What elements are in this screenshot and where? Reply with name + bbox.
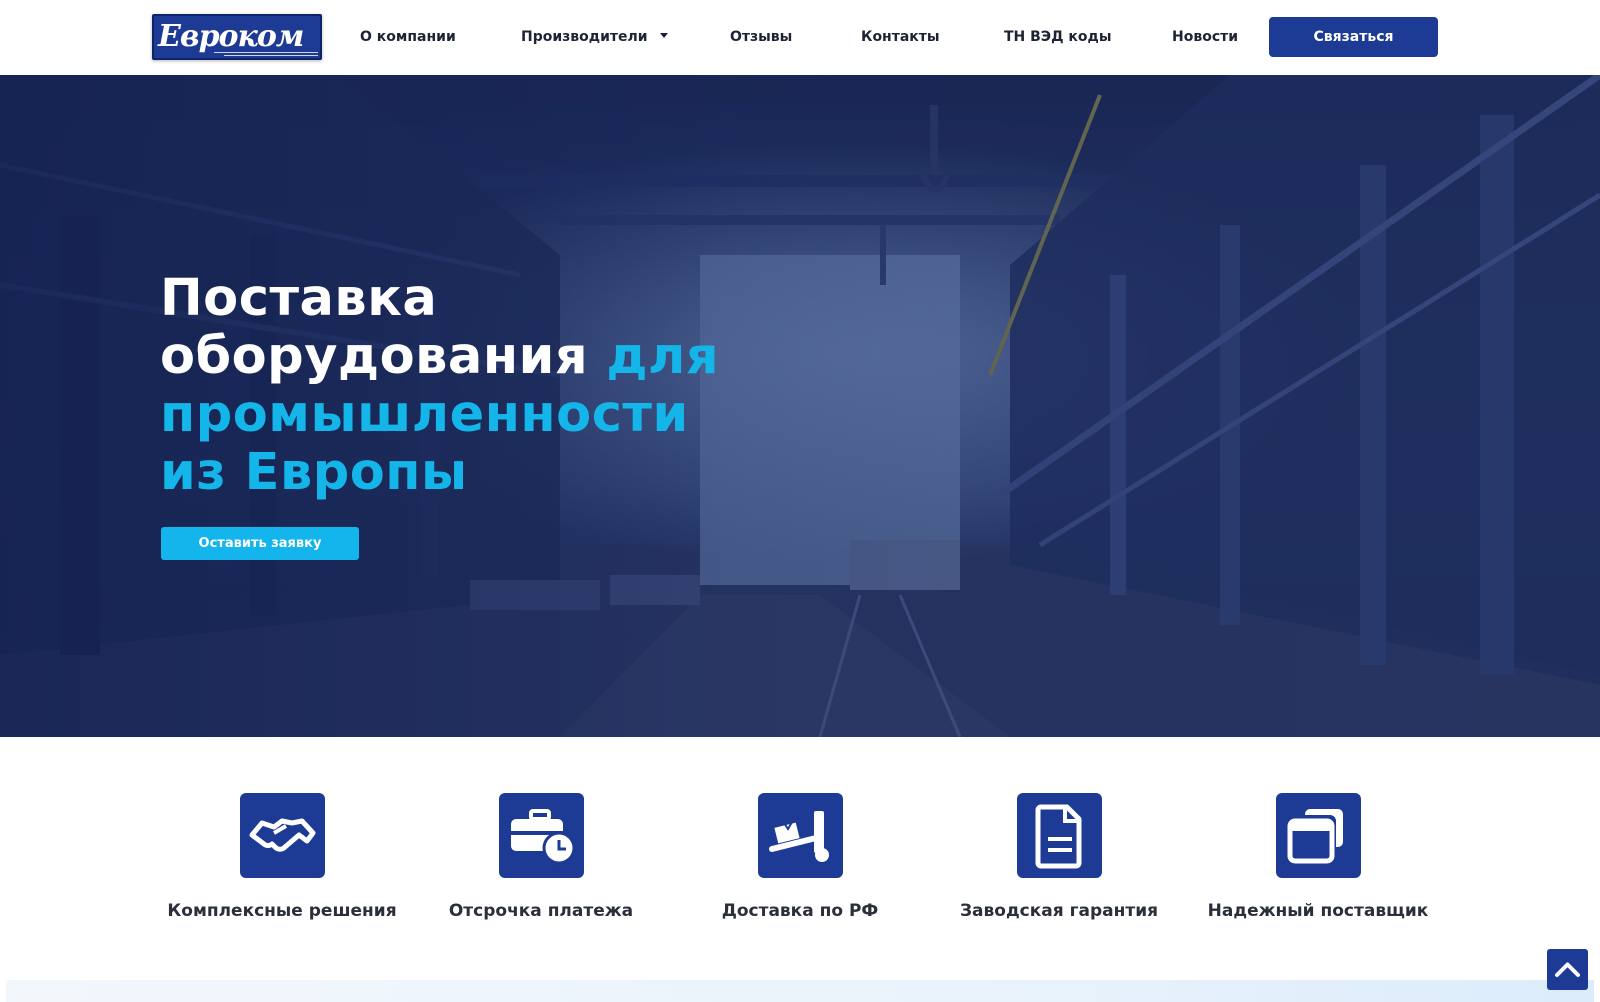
copy-icon — [1287, 809, 1343, 864]
contact-button[interactable]: Связаться — [1269, 17, 1438, 57]
nav-reviews[interactable]: Отзывы — [730, 26, 792, 48]
hero-title-white: Поставка оборудования — [160, 269, 589, 386]
logo-text: Евроком — [158, 19, 304, 54]
nav-about[interactable]: О компании — [360, 26, 456, 48]
caret-down-icon — [659, 33, 668, 38]
nav-manufacturers-label: Производители — [521, 29, 648, 45]
next-section-strip — [6, 980, 1594, 1002]
scroll-to-top-button[interactable] — [1547, 949, 1588, 990]
feature-payment-deferral: Отсрочка платежа — [421, 793, 661, 933]
feature-delivery-russia: Доставка по РФ — [680, 793, 920, 933]
feature-icon-box — [758, 793, 843, 878]
logo-underline-2 — [224, 55, 318, 56]
hero-banner: Поставка оборудования для промышленности… — [0, 75, 1600, 737]
briefcase-clock-icon — [511, 809, 576, 865]
feature-icon-box — [1017, 793, 1102, 878]
document-icon — [1035, 804, 1082, 869]
nav-manufacturers[interactable]: Производители — [521, 26, 668, 48]
feature-reliable-supplier: Надежный поставщик — [1198, 793, 1438, 933]
feature-icon-box — [1276, 793, 1361, 878]
nav-contacts[interactable]: Контакты — [861, 26, 940, 48]
feature-label: Комплексные решения — [167, 901, 397, 921]
logo-underline — [214, 52, 318, 53]
chevron-up-icon — [1555, 962, 1580, 977]
feature-label: Отсрочка платежа — [448, 901, 634, 921]
nav-news[interactable]: Новости — [1172, 26, 1238, 48]
feature-icon-box — [240, 793, 325, 878]
handshake-icon — [249, 818, 316, 852]
hero-title: Поставка оборудования для промышленности… — [160, 270, 760, 502]
logo[interactable]: Евроком — [152, 14, 322, 60]
leave-request-button[interactable]: Оставить заявку — [161, 527, 359, 560]
feature-complex-solutions: Комплексные решения — [162, 793, 402, 933]
feature-icon-box — [499, 793, 584, 878]
feature-label: Заводская гарантия — [959, 901, 1159, 921]
site-header: Евроком О компании Производители Отзывы … — [0, 0, 1600, 75]
feature-label: Доставка по РФ — [721, 901, 879, 921]
nav-tnved-codes[interactable]: ТН ВЭД коды — [1004, 26, 1112, 48]
feature-label: Надежный поставщик — [1207, 901, 1429, 921]
feature-factory-warranty: Заводская гарантия — [939, 793, 1179, 933]
dolly-icon — [769, 811, 829, 862]
